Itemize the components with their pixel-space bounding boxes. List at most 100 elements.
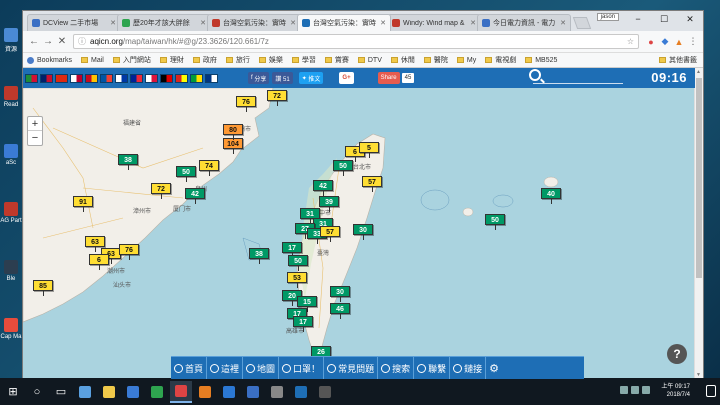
zoom-out-button[interactable]: − — [28, 131, 42, 145]
bookmark-item[interactable]: 政府 — [192, 55, 217, 65]
aqi-station-marker[interactable]: 57 — [320, 226, 340, 242]
bookmark-item[interactable]: My — [456, 57, 476, 64]
nav-faq[interactable]: 常見問題 — [324, 356, 379, 379]
maximize-button[interactable]: ☐ — [651, 11, 677, 27]
bookmark-item[interactable]: 醫院 — [423, 55, 448, 65]
close-window-button[interactable]: ✕ — [677, 11, 703, 27]
aqi-station-marker[interactable]: 38 — [118, 154, 138, 170]
desktop-icon[interactable]: AG Part — [0, 202, 22, 260]
bookmark-item[interactable]: 旅行 — [225, 55, 250, 65]
back-icon[interactable]: ← — [27, 36, 41, 47]
zoom-in-button[interactable]: + — [28, 117, 42, 131]
aqi-station-marker[interactable]: 50 — [176, 166, 196, 182]
nav-map[interactable]: 地圖 — [243, 356, 280, 379]
taskbar-search[interactable]: ○ — [26, 381, 48, 403]
aqi-station-marker[interactable]: 39 — [319, 196, 339, 212]
tray-icon[interactable] — [642, 386, 650, 394]
extension-icon[interactable]: ● — [645, 37, 657, 47]
aqi-station-marker[interactable]: 91 — [73, 196, 93, 212]
language-flag-icon[interactable] — [100, 73, 113, 83]
taskbar-app-5[interactable] — [170, 380, 192, 403]
fb-share-button[interactable]: f 分享 — [248, 72, 270, 84]
site-search-input[interactable] — [533, 71, 623, 84]
browser-tab[interactable]: 歷20年才該大胖餘 ✕ — [117, 14, 211, 31]
aqi-station-marker[interactable]: 15 — [297, 296, 317, 312]
taskbar-app-6[interactable] — [194, 381, 216, 403]
nav-mask[interactable]: 口罩！ — [279, 356, 325, 379]
stop-icon[interactable]: ✕ — [55, 36, 69, 47]
nav-home[interactable]: 首頁 — [171, 356, 208, 379]
aqi-station-marker[interactable]: 30 — [330, 286, 350, 302]
browser-tab[interactable]: 台灣空氣污染：實時 ✕ — [207, 14, 301, 31]
language-flag-icon[interactable] — [190, 73, 203, 83]
aqi-station-marker[interactable]: 6 — [89, 254, 109, 270]
aqi-station-marker[interactable]: 50 — [288, 255, 308, 271]
taskbar-app-4[interactable] — [146, 381, 168, 403]
aqi-station-marker[interactable]: 46 — [330, 303, 350, 319]
language-flag-icon[interactable] — [25, 73, 38, 83]
taskbar-app-8[interactable] — [242, 381, 264, 403]
aqi-station-marker[interactable]: 53 — [287, 272, 307, 288]
aqi-station-marker[interactable]: 76 — [236, 96, 256, 112]
tab-close-icon[interactable]: ✕ — [560, 19, 566, 27]
bookmark-item[interactable]: 學習 — [291, 55, 316, 65]
language-flag-icon[interactable] — [40, 73, 53, 83]
aqi-station-marker[interactable]: 74 — [199, 160, 219, 176]
language-flag-icon[interactable] — [70, 73, 83, 83]
aqi-station-marker[interactable]: 50 — [485, 214, 505, 230]
bookmark-item[interactable]: Bookmarks — [27, 56, 72, 64]
nav-links[interactable]: 鏈接 — [450, 356, 487, 379]
desktop-icon[interactable]: Ble — [0, 260, 22, 318]
address-bar[interactable]: ⓘ aqicn.org/map/taiwan/hk/#@g/23.3626/12… — [73, 34, 639, 49]
browser-tab[interactable]: Windy: Wind map & ✕ — [387, 14, 481, 31]
aqi-station-marker[interactable]: 42 — [313, 180, 333, 196]
share-button[interactable]: Share — [377, 72, 400, 84]
aqi-station-marker[interactable]: 38 — [249, 248, 269, 264]
browser-tab[interactable]: 台灣空氣污染：實時 ✕ — [297, 14, 391, 31]
language-flag-icon[interactable] — [175, 73, 188, 83]
tab-close-icon[interactable]: ✕ — [380, 19, 386, 27]
aqi-station-marker[interactable]: 57 — [362, 176, 382, 192]
taskbar-app-9[interactable] — [266, 381, 288, 403]
bookmark-item[interactable]: Mail — [81, 57, 104, 64]
nav-here[interactable]: 這裡 — [207, 356, 244, 379]
language-flag-icon[interactable] — [55, 73, 68, 83]
desktop-icon[interactable]: Read — [0, 86, 22, 144]
aqi-station-marker[interactable]: 17 — [282, 242, 302, 258]
taskbar-task-view[interactable]: ▭ — [50, 381, 72, 403]
aqi-map[interactable]: 福建省泉州漳州市厦门市潮州市汕头市福州市臺灣臺中市高雄市台北市 76721048… — [23, 88, 695, 379]
minimize-button[interactable]: − — [625, 11, 651, 27]
language-flag-icon[interactable] — [145, 73, 158, 83]
extension-icon[interactable]: ▲ — [673, 37, 685, 47]
language-flag-icon[interactable] — [130, 73, 143, 83]
aqi-station-marker[interactable]: 30 — [353, 224, 373, 240]
info-icon[interactable]: ⓘ — [78, 36, 86, 47]
page-scrollbar[interactable]: ▲ ▼ — [694, 68, 703, 379]
taskbar-start[interactable]: ⊞ — [2, 381, 24, 403]
nav-search[interactable]: 搜索 — [378, 356, 415, 379]
language-flag-icon[interactable] — [115, 73, 128, 83]
taskbar-app-3[interactable] — [122, 381, 144, 403]
bookmark-item[interactable]: 娛樂 — [258, 55, 283, 65]
tab-close-icon[interactable]: ✕ — [470, 19, 476, 27]
taskbar-app-2[interactable] — [98, 381, 120, 403]
settings-button[interactable]: ⚙ — [486, 357, 502, 380]
bookmark-item[interactable]: 休閒 — [390, 55, 415, 65]
taskbar-app-10[interactable] — [290, 381, 312, 403]
bookmark-item[interactable]: 理財 — [159, 55, 184, 65]
star-icon[interactable]: ☆ — [627, 37, 634, 46]
new-tab-button[interactable] — [572, 17, 592, 29]
user-badge[interactable]: jason — [596, 13, 619, 21]
desktop-icon[interactable]: aSc — [0, 144, 22, 202]
aqi-station-marker[interactable]: 5 — [359, 142, 379, 158]
aqi-station-marker[interactable]: 80 — [223, 124, 243, 140]
language-flag-icon[interactable] — [205, 73, 218, 83]
taskbar-app-1[interactable] — [74, 381, 96, 403]
tray-icon[interactable] — [631, 386, 639, 394]
notification-icon[interactable] — [706, 385, 716, 397]
menu-icon[interactable]: ⋮ — [687, 36, 699, 47]
taskbar-app-7[interactable] — [218, 381, 240, 403]
language-flag-icon[interactable] — [160, 73, 173, 83]
browser-tab[interactable]: 今日電力資訊 - 電力 ✕ — [477, 14, 571, 31]
desktop-icon[interactable]: 資源 — [0, 28, 22, 86]
